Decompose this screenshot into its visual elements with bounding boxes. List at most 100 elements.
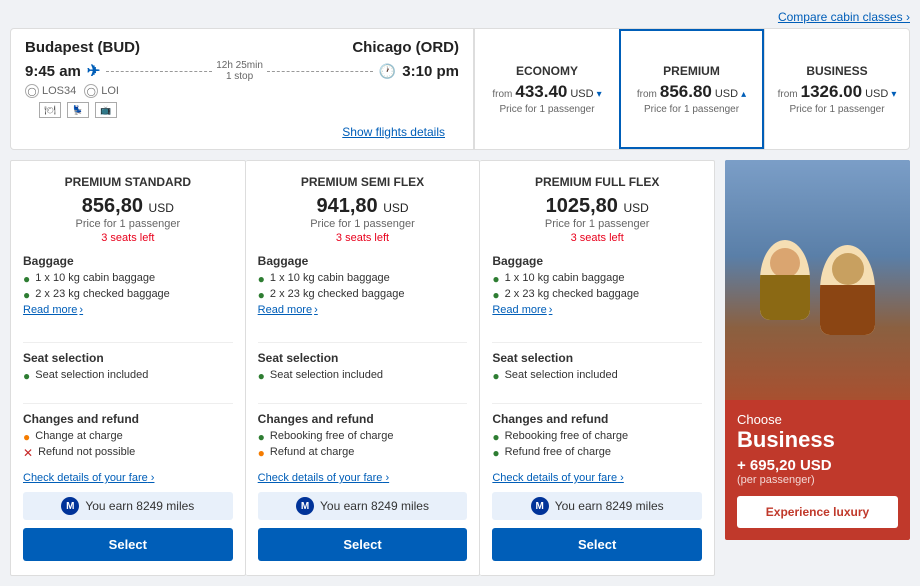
fare-card-semi-flex: PREMIUM SEMI FLEX 941,80 USD Price for 1… bbox=[246, 160, 481, 576]
flight-card: Budapest (BUD) Chicago (ORD) 9:45 am ✈ 1… bbox=[10, 28, 910, 150]
fare-feature: ● Seat selection included bbox=[492, 369, 702, 383]
code-circle-2: ◯ bbox=[84, 84, 98, 98]
fare-feature: ● 1 x 10 kg cabin baggage bbox=[23, 272, 233, 286]
check-icon: ● bbox=[258, 369, 265, 383]
fare-feature: ● 1 x 10 kg cabin baggage bbox=[258, 272, 468, 286]
fare-pax-0: Price for 1 passenger bbox=[23, 218, 233, 230]
select-button-2[interactable]: Select bbox=[492, 528, 702, 561]
check-icon: ● bbox=[258, 446, 265, 460]
select-button-0[interactable]: Select bbox=[23, 528, 233, 561]
seat-section-0: Seat selection ● Seat selection included bbox=[23, 351, 233, 385]
economy-chevron: ▾ bbox=[597, 89, 602, 100]
fare-seats-1: 3 seats left bbox=[258, 232, 468, 244]
ad-choose-text: Choose bbox=[737, 412, 898, 427]
check-icon: ● bbox=[23, 430, 30, 444]
fare-feature: ● Refund at charge bbox=[258, 446, 468, 460]
duration: 12h 25min bbox=[216, 60, 263, 71]
fare-price-1: 941,80 USD bbox=[258, 195, 468, 218]
check-icon: ● bbox=[492, 369, 499, 383]
fare-seats-0: 3 seats left bbox=[23, 232, 233, 244]
departure-time: 9:45 am bbox=[25, 63, 81, 80]
ad-image bbox=[725, 160, 910, 400]
fare-feature: ● Rebooking free of charge bbox=[258, 430, 468, 444]
arrival-time: 3:10 pm bbox=[402, 63, 459, 80]
check-icon: ● bbox=[23, 369, 30, 383]
check-icon: ● bbox=[23, 272, 30, 286]
changes-section-0: Changes and refund ● Change at charge ✕ … bbox=[23, 412, 233, 462]
seat-section-1: Seat selection ● Seat selection included bbox=[258, 351, 468, 385]
m-logo: M bbox=[296, 497, 314, 515]
fare-feature: ● 1 x 10 kg cabin baggage bbox=[492, 272, 702, 286]
price-box-economy[interactable]: ECONOMY from 433.40 USD ▾ Price for 1 pa… bbox=[474, 29, 619, 149]
changes-section-2: Changes and refund ● Rebooking free of c… bbox=[492, 412, 702, 462]
baggage-section-1: Baggage ● 1 x 10 kg cabin baggage ● 2 x … bbox=[258, 254, 468, 324]
fare-seats-2: 3 seats left bbox=[492, 232, 702, 244]
premium-chevron: ▴ bbox=[741, 89, 746, 100]
fare-details-link-2[interactable]: Check details of your fare › bbox=[492, 472, 702, 484]
check-icon: ● bbox=[23, 288, 30, 302]
code-circle-1: ◯ bbox=[25, 84, 39, 98]
business-chevron: ▾ bbox=[891, 89, 896, 100]
m-logo: M bbox=[531, 497, 549, 515]
amenity-icon-1: 🍽 bbox=[39, 102, 61, 118]
amenity-icon-3: 📺 bbox=[95, 102, 117, 118]
fare-title-2: PREMIUM FULL FLEX bbox=[492, 175, 702, 189]
fare-card-standard: PREMIUM STANDARD 856,80 USD Price for 1 … bbox=[10, 160, 246, 576]
show-flights-details[interactable]: Show flights details bbox=[342, 121, 459, 145]
check-icon: ✕ bbox=[23, 446, 33, 460]
fare-feature: ● Refund free of charge bbox=[492, 446, 702, 460]
flight-info: Budapest (BUD) Chicago (ORD) 9:45 am ✈ 1… bbox=[11, 29, 473, 149]
fare-price-0: 856,80 USD bbox=[23, 195, 233, 218]
flight-code-1: LOS34 bbox=[42, 85, 76, 97]
check-icon: ● bbox=[258, 430, 265, 444]
fare-card-full-flex: PREMIUM FULL FLEX 1025,80 USD Price for … bbox=[480, 160, 715, 576]
stops: 1 stop bbox=[226, 71, 253, 82]
compare-link[interactable]: Compare cabin classes › bbox=[10, 10, 910, 24]
read-more-0[interactable]: Read more › bbox=[23, 304, 233, 316]
changes-section-1: Changes and refund ● Rebooking free of c… bbox=[258, 412, 468, 462]
experience-luxury-button[interactable]: Experience luxury bbox=[737, 496, 898, 528]
fare-feature: ● 2 x 23 kg checked baggage bbox=[492, 288, 702, 302]
fare-feature: ● Change at charge bbox=[23, 430, 233, 444]
ad-text-box: Choose Business + 695,20 USD (per passen… bbox=[725, 400, 910, 540]
select-button-1[interactable]: Select bbox=[258, 528, 468, 561]
seat-section-2: Seat selection ● Seat selection included bbox=[492, 351, 702, 385]
check-icon: ● bbox=[492, 430, 499, 444]
fare-details-link-1[interactable]: Check details of your fare › bbox=[258, 472, 468, 484]
fare-title-1: PREMIUM SEMI FLEX bbox=[258, 175, 468, 189]
fare-feature: ● Seat selection included bbox=[23, 369, 233, 383]
plane-icon: ✈ bbox=[87, 61, 100, 81]
fare-feature: ● 2 x 23 kg checked baggage bbox=[258, 288, 468, 302]
m-logo: M bbox=[61, 497, 79, 515]
clock-icon: 🕐 bbox=[379, 63, 396, 80]
price-boxes: ECONOMY from 433.40 USD ▾ Price for 1 pa… bbox=[473, 29, 909, 149]
fare-cards: PREMIUM STANDARD 856,80 USD Price for 1 … bbox=[10, 160, 715, 576]
check-icon: ● bbox=[492, 446, 499, 460]
check-icon: ● bbox=[492, 288, 499, 302]
ad-business-text: Business bbox=[737, 427, 898, 453]
check-icon: ● bbox=[258, 272, 265, 286]
origin-city: Budapest (BUD) bbox=[25, 39, 140, 56]
main-content: PREMIUM STANDARD 856,80 USD Price for 1 … bbox=[10, 160, 910, 576]
ad-per-pax: (per passenger) bbox=[737, 474, 898, 486]
fare-feature: ✕ Refund not possible bbox=[23, 446, 233, 460]
ad-price: + 695,20 USD bbox=[737, 457, 898, 474]
check-icon: ● bbox=[492, 272, 499, 286]
fare-price-2: 1025,80 USD bbox=[492, 195, 702, 218]
fare-title-0: PREMIUM STANDARD bbox=[23, 175, 233, 189]
dest-city: Chicago (ORD) bbox=[352, 39, 459, 56]
amenity-icon-2: 💺 bbox=[67, 102, 89, 118]
check-icon: ● bbox=[258, 288, 265, 302]
fare-details-link-0[interactable]: Check details of your fare › bbox=[23, 472, 233, 484]
baggage-section-0: Baggage ● 1 x 10 kg cabin baggage ● 2 x … bbox=[23, 254, 233, 324]
fare-feature: ● Seat selection included bbox=[258, 369, 468, 383]
read-more-2[interactable]: Read more › bbox=[492, 304, 702, 316]
price-box-premium[interactable]: PREMIUM from 856.80 USD ▴ Price for 1 pa… bbox=[619, 29, 764, 149]
sidebar-ad: Choose Business + 695,20 USD (per passen… bbox=[725, 160, 910, 576]
fare-pax-1: Price for 1 passenger bbox=[258, 218, 468, 230]
fare-pax-2: Price for 1 passenger bbox=[492, 218, 702, 230]
fare-feature: ● Rebooking free of charge bbox=[492, 430, 702, 444]
price-box-business[interactable]: BUSINESS from 1326.00 USD ▾ Price for 1 … bbox=[764, 29, 909, 149]
baggage-section-2: Baggage ● 1 x 10 kg cabin baggage ● 2 x … bbox=[492, 254, 702, 324]
read-more-1[interactable]: Read more › bbox=[258, 304, 468, 316]
